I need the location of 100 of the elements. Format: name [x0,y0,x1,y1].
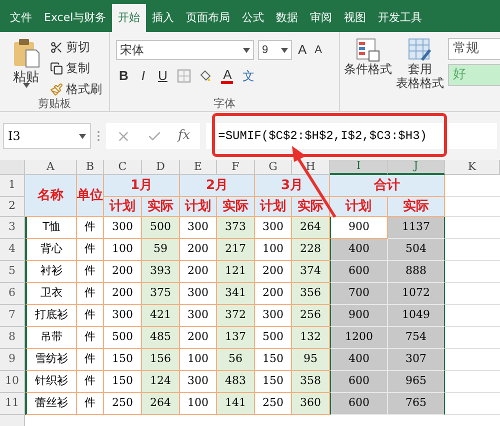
column-header[interactable]: B [77,160,104,175]
table-cell: 888 [388,261,445,283]
table-cell: 483 [217,371,255,393]
name-box[interactable]: I3 [3,123,91,149]
table-cell: 针织衫 [25,371,77,393]
table-header-cell: 计划 [330,197,388,217]
table-cell: 600 [330,393,388,415]
underline-button[interactable]: U [155,66,170,86]
table-cell: 300 [104,217,142,239]
table-header-cell: 计划 [255,197,292,217]
row-header[interactable]: 2 [0,197,25,217]
ribbon-tab[interactable]: 开始 [112,4,146,32]
paste-button[interactable]: 粘贴 [8,38,44,98]
row-header[interactable]: 8 [0,327,25,349]
ribbon-tab[interactable]: 文件 [4,4,38,32]
table-cell: 264 [292,217,330,239]
row-header[interactable]: 5 [0,261,25,283]
table-cell: 965 [388,371,445,393]
italic-button[interactable]: I [138,66,148,86]
table-cell: 375 [142,283,180,305]
column-header[interactable]: J [388,160,445,175]
font-size-field[interactable]: 9 [258,40,292,60]
table-cell: 485 [142,327,180,349]
table-cell: 250 [255,393,292,415]
number-format-field[interactable]: 常规 [448,38,500,60]
more-icon [97,130,100,142]
table-cell: 件 [77,283,104,305]
column-header[interactable]: I [330,160,388,175]
copy-icon [50,62,63,74]
ribbon-tab[interactable]: 插入 [146,4,180,32]
table-cell: 250 [104,393,142,415]
ribbon-tab[interactable]: 公式 [236,4,270,32]
table-cell: 700 [330,283,388,305]
row-header[interactable]: 1 [0,175,25,197]
insert-function-button[interactable]: fx [178,126,190,146]
table-cell: 132 [292,327,330,349]
column-header[interactable]: H [292,160,330,175]
bold-button[interactable]: B [116,66,132,86]
fill-bucket-icon[interactable] [198,68,212,83]
table-cell: 300 [255,305,292,327]
row-header[interactable]: 10 [0,371,25,393]
table-header-cell: 计划 [180,197,217,217]
table-format-button[interactable]: 套用 表格格式 [396,38,444,100]
table-cell: 衬衫 [25,261,77,283]
grow-font-button[interactable]: A [296,40,309,60]
table-cell: 件 [77,239,104,261]
phonetic-button[interactable]: 文 [242,66,254,85]
table-style-icon [408,38,432,62]
column-header[interactable]: D [142,160,180,175]
row-header[interactable]: 11 [0,393,25,415]
ribbon-tab[interactable]: 页面布局 [180,4,236,32]
caret-icon [243,48,250,52]
column-header[interactable]: K [445,160,500,175]
table-cell: 200 [104,261,142,283]
row-header[interactable]: 4 [0,239,25,261]
clipboard-icon [12,38,40,68]
ribbon-tab[interactable]: 审阅 [304,4,338,32]
conditional-format-button[interactable]: 条件格式 [344,38,392,100]
font-color-button[interactable]: A [219,68,236,84]
table-cell: 59 [142,239,180,261]
table-cell: 121 [217,261,255,283]
format-painter-button[interactable]: 格式刷 [50,80,102,98]
cut-button[interactable]: 剪切 [50,38,102,56]
row-header[interactable]: 9 [0,349,25,371]
column-header[interactable]: G [255,160,292,175]
row-header[interactable]: 7 [0,305,25,327]
formula-field[interactable]: =SUMIF($C$2:$H$2,I$2,$C3:$H3) [206,123,497,149]
table-header-cell: 名称 [25,175,77,217]
table-cell: 件 [77,261,104,283]
table-cell: 件 [77,393,104,415]
table-cell: 件 [77,327,104,349]
table-cell: 900 [330,305,388,327]
copy-button[interactable]: 复制 [50,59,102,77]
table-cell: 200 [180,239,217,261]
ribbon-tab[interactable]: Excel与财务 [38,4,112,32]
table-cell: 150 [255,349,292,371]
table-cell: 504 [388,239,445,261]
row-header[interactable]: 3 [0,217,25,239]
ribbon-tab[interactable]: 视图 [338,4,372,32]
column-header[interactable]: C [104,160,142,175]
table-cell: 360 [292,393,330,415]
caret-icon [281,48,288,52]
column-header[interactable]: E [180,160,217,175]
select-all-corner[interactable] [0,160,25,175]
shrink-font-button[interactable]: A [312,42,324,58]
border-icon[interactable] [177,68,192,83]
table-cell: 307 [388,349,445,371]
table-cell: 蕾丝衫 [25,393,77,415]
table-cell: 400 [330,349,388,371]
column-header[interactable]: A [25,160,77,175]
column-header[interactable]: F [217,160,255,175]
table-cell: 256 [292,305,330,327]
ribbon-tab[interactable]: 开发工具 [372,4,428,32]
row-header[interactable]: 6 [0,283,25,305]
table-cell: 300 [180,305,217,327]
table-cell: 300 [104,305,142,327]
table-cell: 1137 [388,217,445,239]
ribbon-tab[interactable]: 数据 [270,4,304,32]
table-cell: 卫衣 [25,283,77,305]
font-name-field[interactable]: 宋体 [116,40,254,60]
